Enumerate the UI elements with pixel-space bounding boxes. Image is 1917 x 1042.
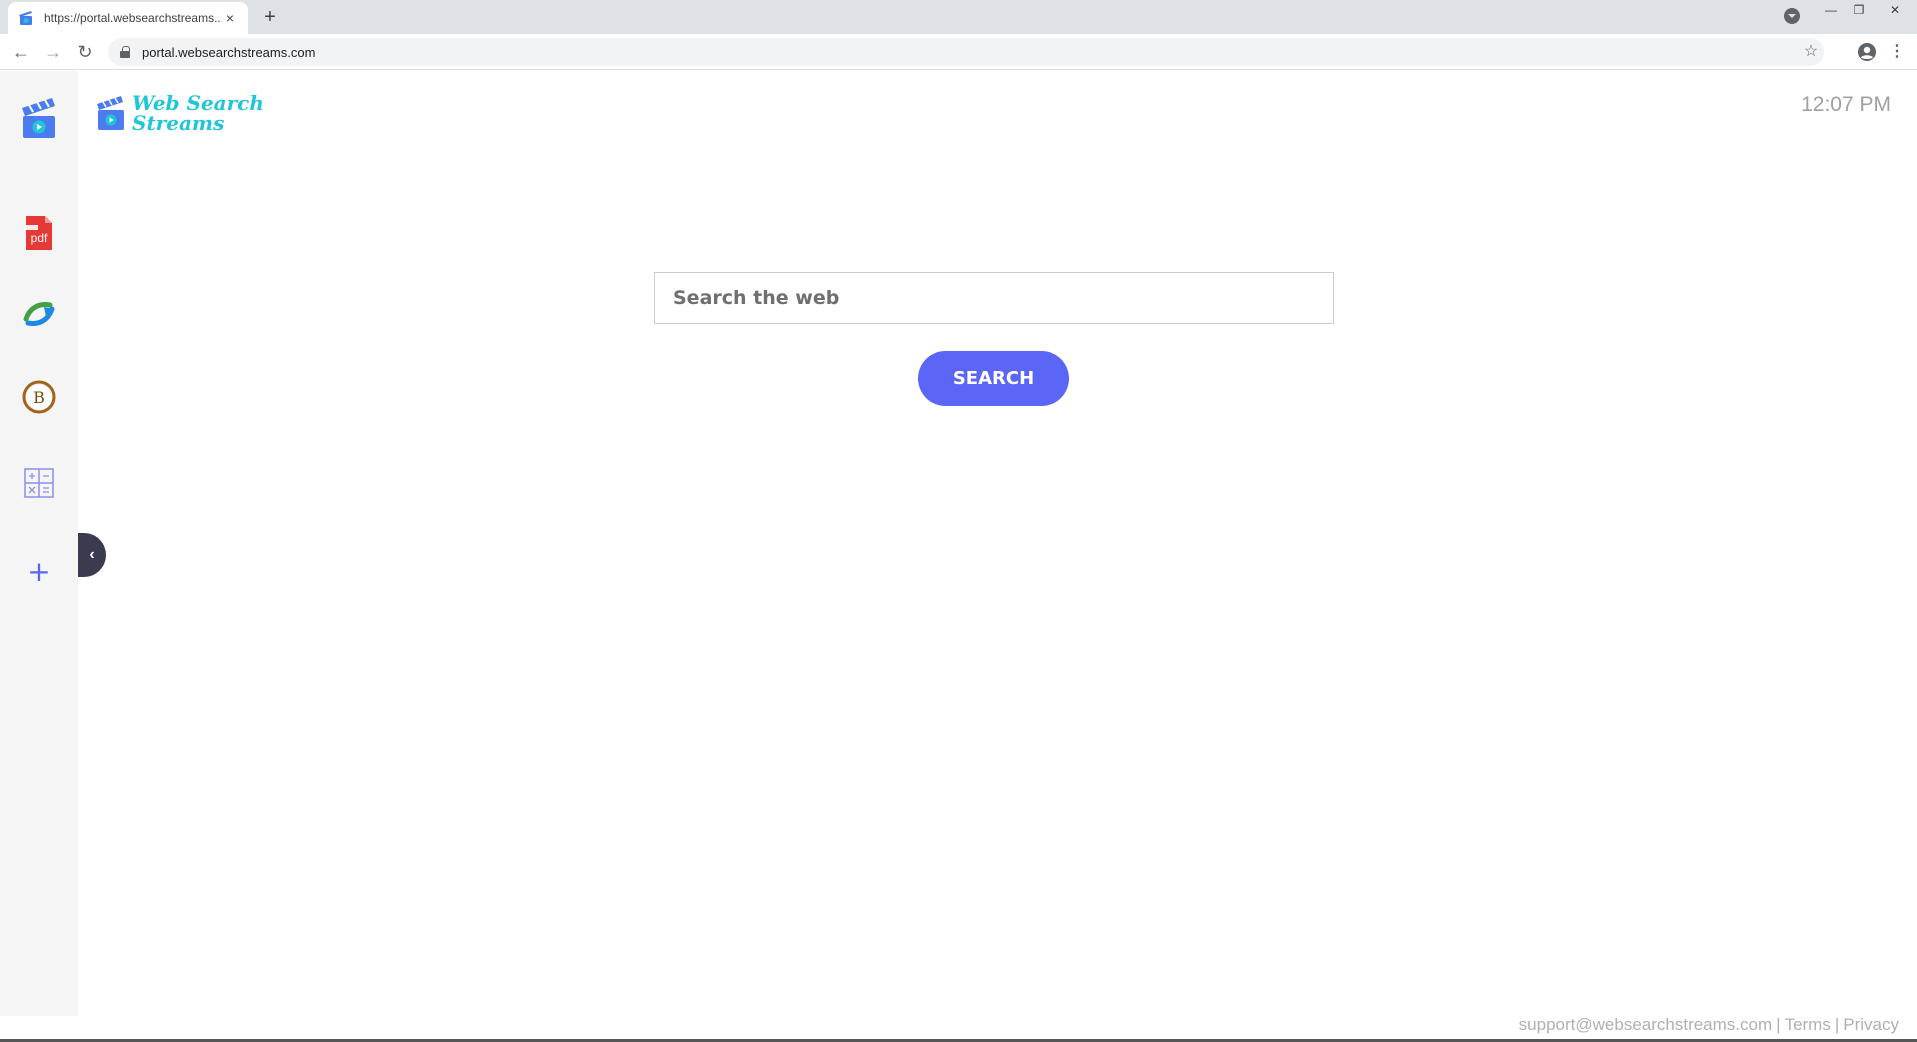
page-content: pdf B + ‹ Web Search Streams 12:07 PM Se… bbox=[0, 71, 1917, 1042]
tab-title: https://portal.websearchstreams... bbox=[44, 11, 222, 25]
reload-button[interactable]: ↻ bbox=[73, 40, 97, 64]
footer-separator: | bbox=[1834, 1015, 1840, 1034]
forward-button[interactable]: → bbox=[41, 40, 65, 64]
clapperboard-icon bbox=[97, 96, 124, 130]
url-text: portal.websearchstreams.com bbox=[142, 44, 316, 60]
sidebar-item-streams[interactable] bbox=[18, 97, 60, 139]
back-button[interactable]: ← bbox=[9, 40, 33, 64]
sidebar-item-bitcoin[interactable]: B bbox=[18, 376, 60, 418]
browser-tab[interactable]: https://portal.websearchstreams... × bbox=[8, 2, 248, 34]
bitcoin-icon: B bbox=[22, 380, 56, 414]
pdf-icon: pdf bbox=[24, 216, 52, 250]
plus-icon: + bbox=[27, 554, 51, 588]
clapperboard-icon bbox=[19, 11, 32, 25]
footer-separator: | bbox=[1776, 1015, 1781, 1034]
calculator-icon bbox=[24, 468, 54, 498]
logo-line2: Streams bbox=[132, 111, 225, 135]
tab-close-icon[interactable]: × bbox=[222, 10, 238, 26]
close-window-button[interactable]: ✕ bbox=[1872, 0, 1917, 20]
sidebar-item-add[interactable]: + bbox=[18, 550, 60, 592]
arrows-icon bbox=[23, 302, 55, 326]
lock-icon bbox=[120, 46, 130, 58]
bitcoin-label: B bbox=[33, 388, 45, 407]
logo-text: Web Search Streams bbox=[126, 93, 264, 133]
support-email-link[interactable]: support@websearchstreams.com bbox=[1519, 1015, 1772, 1035]
logo-line1: Web Search bbox=[132, 91, 264, 115]
footer: support@websearchstreams.com | Terms | P… bbox=[1519, 1015, 1899, 1035]
clapperboard-icon bbox=[22, 98, 55, 138]
site-logo[interactable]: Web Search Streams bbox=[96, 93, 264, 133]
search-input[interactable] bbox=[654, 272, 1334, 324]
terms-link[interactable]: Terms bbox=[1785, 1015, 1831, 1035]
profile-icon[interactable] bbox=[1855, 40, 1879, 64]
browser-menu-icon[interactable]: ⋮ bbox=[1885, 40, 1909, 64]
browser-toolbar: ← → ↻ portal.websearchstreams.com ☆ ⋮ bbox=[0, 34, 1917, 70]
privacy-link[interactable]: Privacy bbox=[1843, 1015, 1899, 1035]
new-tab-button[interactable]: + bbox=[258, 6, 282, 30]
clock-time: 12:07 PM bbox=[1801, 93, 1891, 116]
sidebar-item-calculator[interactable] bbox=[18, 462, 60, 504]
address-bar[interactable]: portal.websearchstreams.com bbox=[108, 38, 1824, 66]
search-button[interactable]: SEARCH bbox=[918, 351, 1069, 406]
sidebar-item-converter[interactable] bbox=[18, 293, 60, 335]
pdf-label: pdf bbox=[31, 231, 48, 245]
sidebar-collapse-button[interactable]: ‹ bbox=[78, 533, 106, 577]
tab-strip: https://portal.websearchstreams... × + —… bbox=[0, 0, 1917, 34]
sidebar-item-pdf[interactable]: pdf bbox=[18, 212, 60, 254]
tab-search-icon[interactable] bbox=[1784, 8, 1800, 24]
sidebar: pdf B + bbox=[0, 71, 78, 1016]
bookmark-star-icon[interactable]: ☆ bbox=[1799, 40, 1823, 64]
